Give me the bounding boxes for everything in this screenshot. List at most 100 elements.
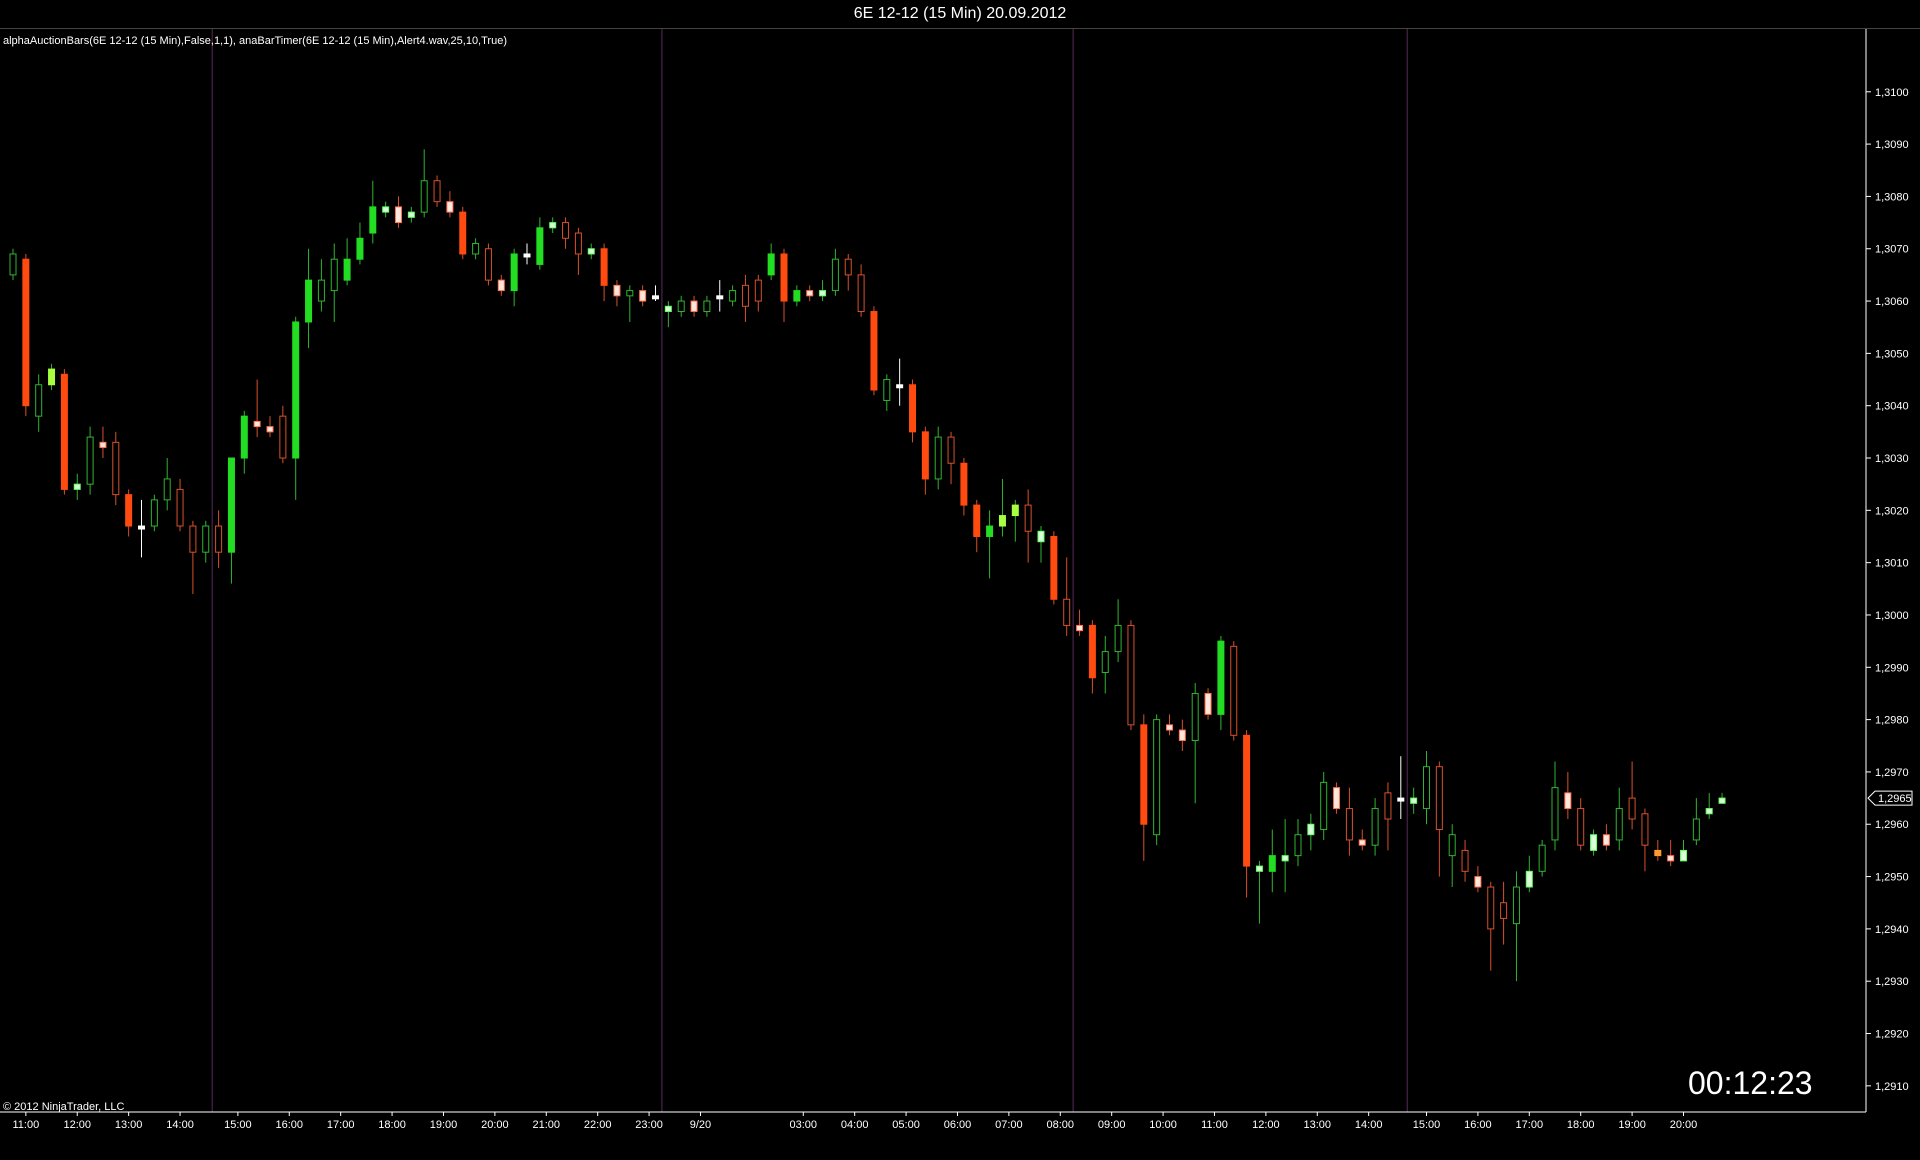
candle-body[interactable] <box>1577 808 1585 846</box>
candle-body[interactable] <box>1114 624 1122 653</box>
candle-body[interactable] <box>536 227 544 265</box>
candle-body[interactable] <box>1667 855 1675 862</box>
candle-body[interactable] <box>1204 692 1212 715</box>
price-chart[interactable]: 1,3100 1,3090 1,3080 1,3070 1,3060 1,3050 1,30… <box>0 29 1920 1160</box>
candle-body[interactable] <box>600 248 608 286</box>
candle-body[interactable] <box>163 478 171 501</box>
candle-body[interactable] <box>883 379 891 401</box>
candle-body[interactable] <box>857 274 865 313</box>
candle-body[interactable] <box>369 206 377 234</box>
candle-body[interactable] <box>202 525 210 553</box>
candle-body[interactable] <box>35 384 43 417</box>
candle-body[interactable] <box>138 525 145 530</box>
candle-body[interactable] <box>1088 624 1096 679</box>
candle-body[interactable] <box>1512 886 1520 925</box>
candle-body[interactable] <box>973 504 981 537</box>
candle-body[interactable] <box>1191 692 1199 742</box>
candle-body[interactable] <box>767 253 775 276</box>
candle-body[interactable] <box>549 222 557 229</box>
candle-body[interactable] <box>253 420 261 428</box>
candle-body[interactable] <box>1410 797 1418 804</box>
candle-body[interactable] <box>382 206 390 213</box>
chart-panel[interactable]: 1,3100 1,3090 1,3080 1,3070 1,3060 1,3050 1,30… <box>0 28 1920 1160</box>
candle-body[interactable] <box>292 321 300 459</box>
candle-body[interactable] <box>896 384 904 389</box>
candle-body[interactable] <box>60 373 68 490</box>
candle-body[interactable] <box>1448 834 1456 857</box>
candle-body[interactable] <box>1076 624 1084 632</box>
candle-body[interactable] <box>356 237 364 260</box>
candle-body[interactable] <box>1140 724 1148 825</box>
candle-body[interactable] <box>1333 787 1341 810</box>
candle-body[interactable] <box>1255 865 1263 872</box>
candle-body[interactable] <box>1397 797 1405 802</box>
candle-body[interactable] <box>1345 808 1353 841</box>
candle-body[interactable] <box>664 305 672 313</box>
candle-body[interactable] <box>1294 834 1302 857</box>
candle-body[interactable] <box>793 290 801 302</box>
candle-body[interactable] <box>1628 797 1636 820</box>
candle-body[interactable] <box>960 462 968 506</box>
candle-body[interactable] <box>395 206 402 224</box>
candle-body[interactable] <box>484 248 492 281</box>
candle-body[interactable] <box>1384 792 1392 820</box>
candle-body[interactable] <box>86 436 94 485</box>
candle-body[interactable] <box>870 311 878 391</box>
candle-body[interactable] <box>1024 504 1032 532</box>
candle-body[interactable] <box>1615 808 1623 841</box>
candle-body[interactable] <box>1680 849 1687 862</box>
candle-body[interactable] <box>1641 813 1649 846</box>
candle-body[interactable] <box>1050 535 1058 600</box>
candle-body[interactable] <box>754 279 762 302</box>
candle-body[interactable] <box>831 258 839 292</box>
candle-body[interactable] <box>1718 797 1726 804</box>
candle-body[interactable] <box>125 494 133 527</box>
candle-body[interactable] <box>1166 724 1173 731</box>
candle-body[interactable] <box>266 426 274 433</box>
candle-body[interactable] <box>22 258 30 407</box>
candle-body[interactable] <box>934 436 942 480</box>
candle-body[interactable] <box>1101 651 1109 674</box>
candle-body[interactable] <box>921 431 929 480</box>
candle-body[interactable] <box>1307 823 1315 836</box>
candle-body[interactable] <box>1320 781 1328 830</box>
candle-body[interactable] <box>407 211 415 218</box>
candle-body[interactable] <box>1692 818 1700 841</box>
candle-body[interactable] <box>1551 787 1559 841</box>
candle-body[interactable] <box>909 384 916 433</box>
candle-body[interactable] <box>1487 886 1495 930</box>
candle-body[interactable] <box>780 253 788 302</box>
candle-body[interactable] <box>343 258 351 281</box>
candle-body[interactable] <box>1564 792 1572 810</box>
candle-body[interactable] <box>189 525 197 553</box>
candle-body[interactable] <box>305 279 313 323</box>
candle-body[interactable] <box>998 515 1006 527</box>
candle-body[interactable] <box>986 525 994 537</box>
candle-body[interactable] <box>497 279 505 292</box>
candle-body[interactable] <box>1037 530 1045 543</box>
candle-body[interactable] <box>330 258 338 292</box>
candle-body[interactable] <box>99 441 107 449</box>
candle-body[interactable] <box>433 180 441 203</box>
candle-body[interactable] <box>1011 504 1019 517</box>
candle-body[interactable] <box>446 201 454 213</box>
candle-body[interactable] <box>639 290 647 302</box>
candle-body[interactable] <box>1590 834 1598 851</box>
candle-body[interactable] <box>459 211 467 255</box>
candle-body[interactable] <box>510 253 518 292</box>
candle-body[interactable] <box>1371 808 1379 846</box>
candle-body[interactable] <box>472 243 480 255</box>
candle-body[interactable] <box>112 441 120 496</box>
candle-body[interactable] <box>626 290 634 297</box>
candle-body[interactable] <box>587 248 595 255</box>
candle-body[interactable] <box>48 368 56 386</box>
candle-body[interactable] <box>279 415 287 459</box>
candle-body[interactable] <box>716 295 724 300</box>
candle-body[interactable] <box>1538 844 1546 872</box>
candle-body[interactable] <box>1461 849 1469 872</box>
candle-body[interactable] <box>574 232 582 255</box>
candle-body[interactable] <box>1127 624 1135 726</box>
candle-body[interactable] <box>317 279 325 302</box>
candle-body[interactable] <box>176 488 184 527</box>
candle-body[interactable] <box>1063 598 1071 626</box>
